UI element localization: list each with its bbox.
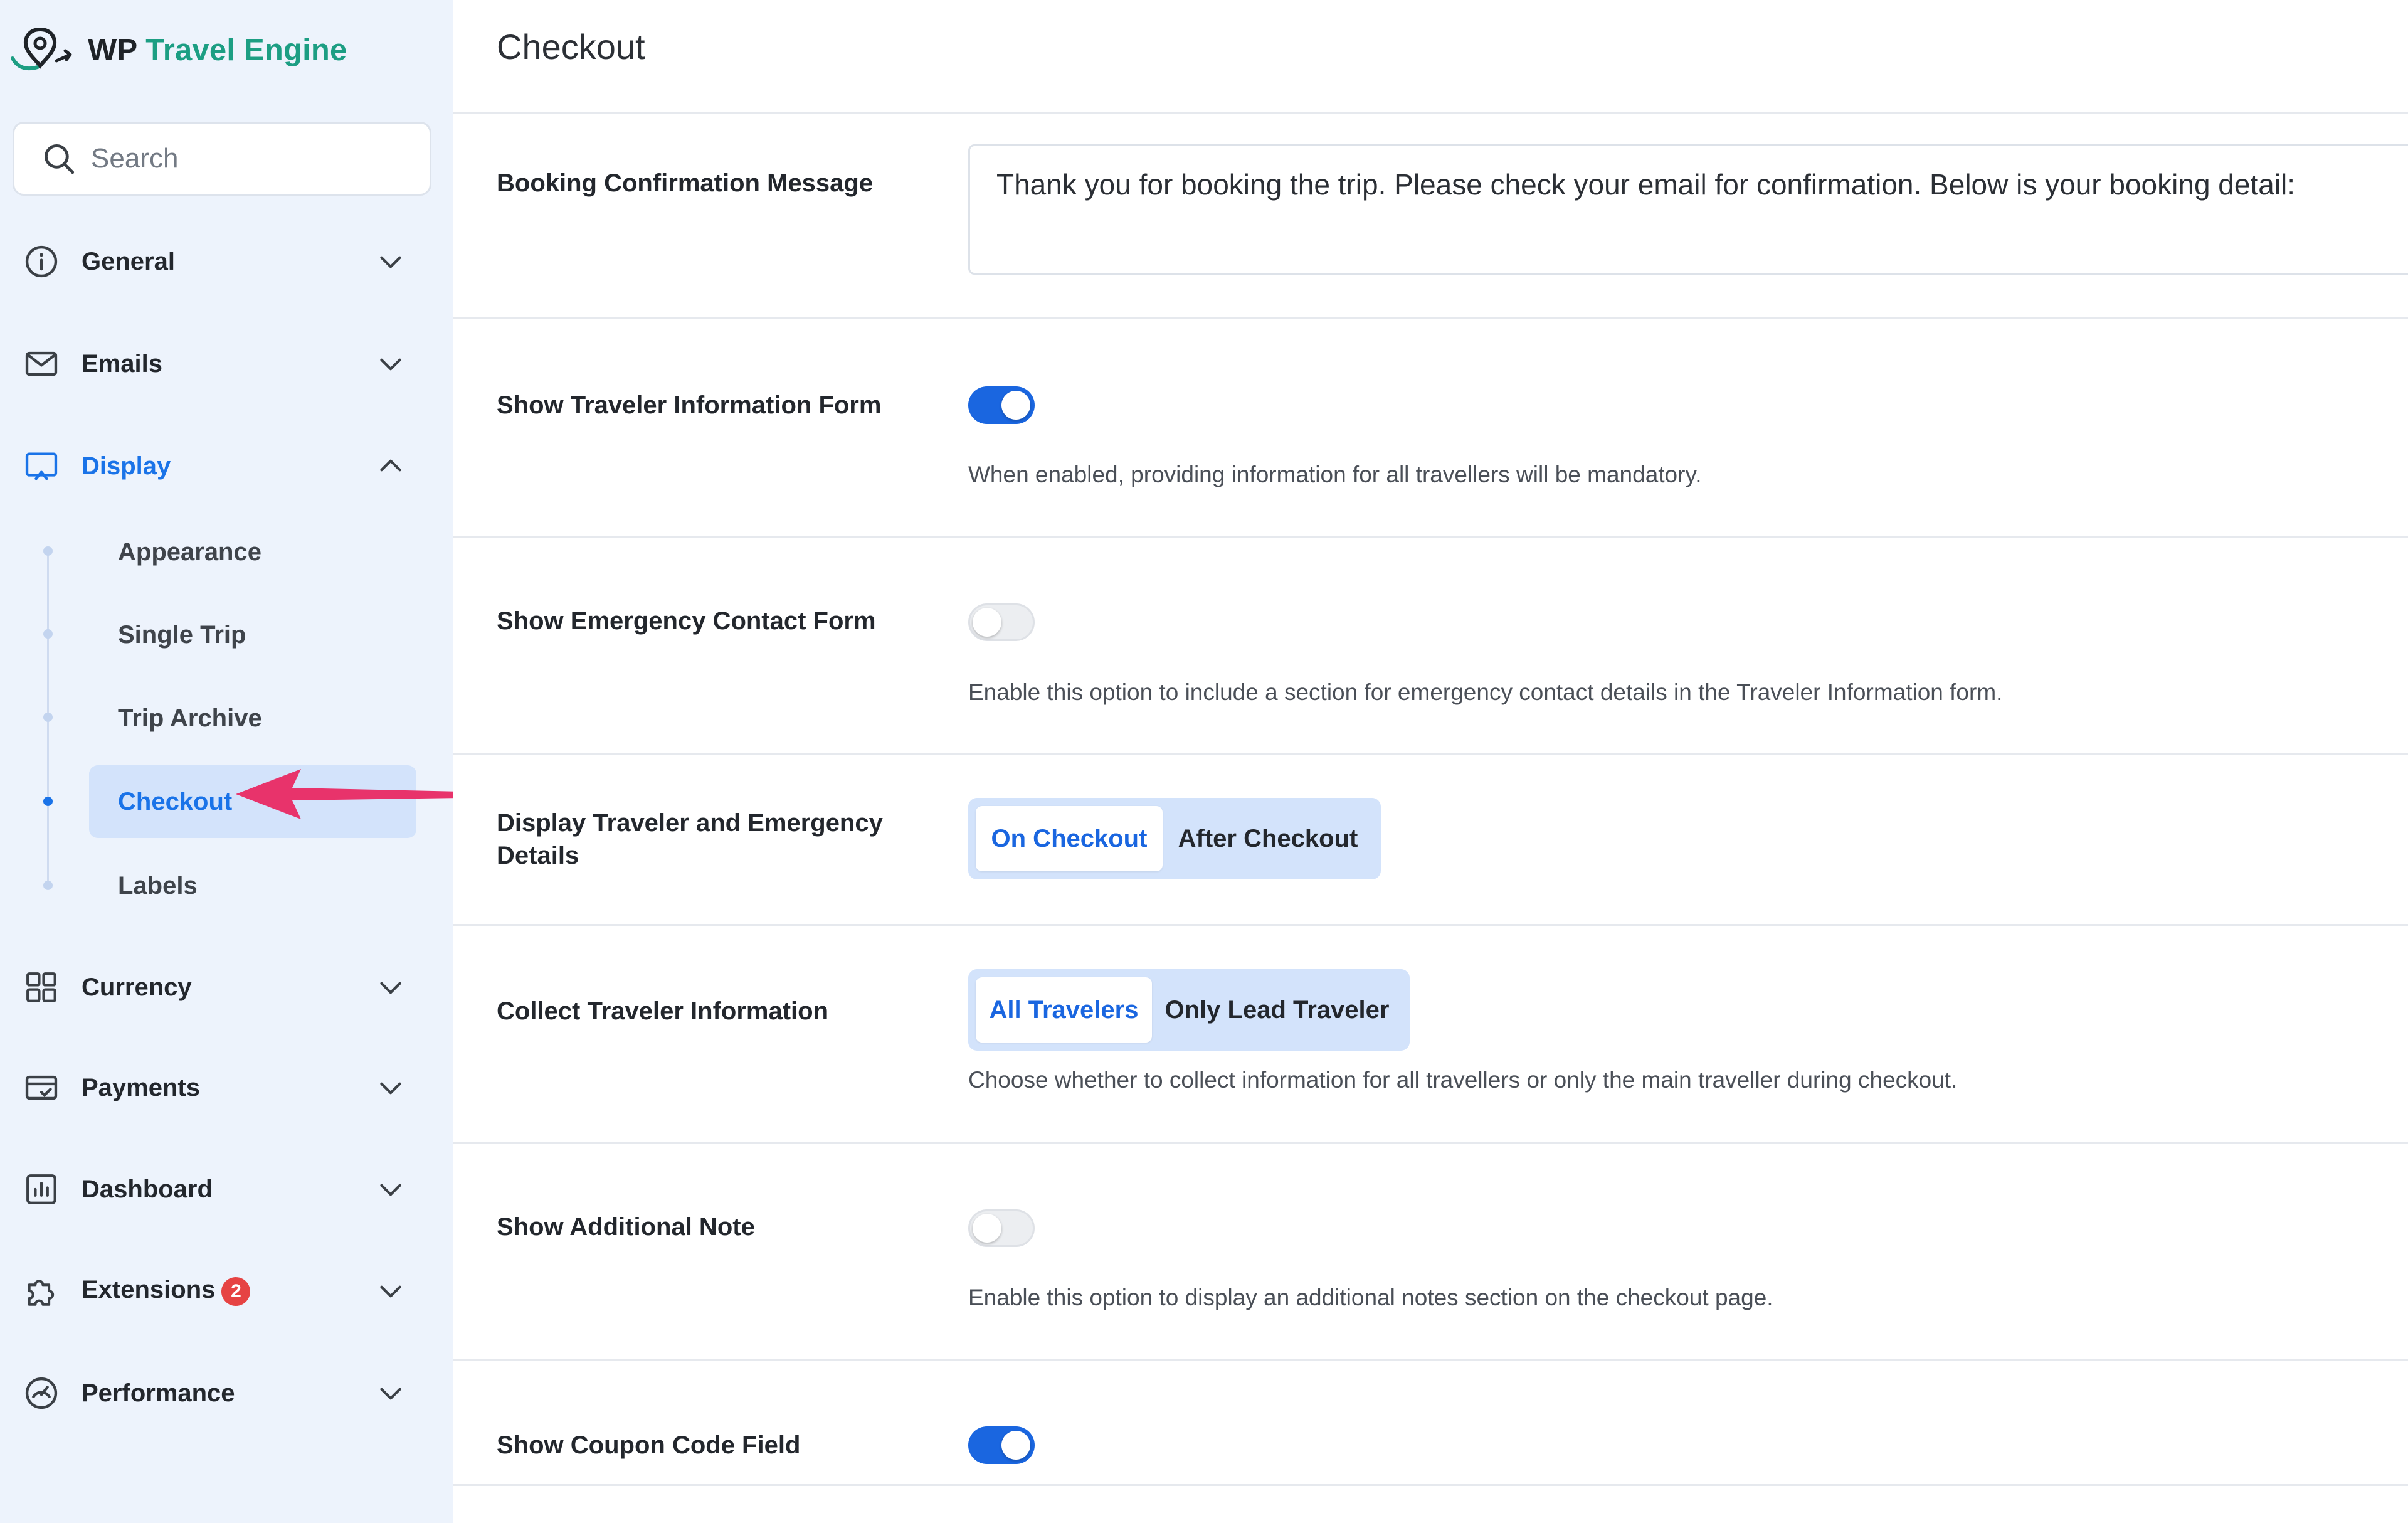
divider: [453, 1359, 2408, 1361]
chevron-down-icon[interactable]: [375, 1174, 406, 1205]
display-details-segmented: On Checkout After Checkout: [968, 798, 1381, 879]
option-on-checkout[interactable]: On Checkout: [976, 806, 1163, 871]
subnav-item-trip-archive[interactable]: Trip Archive: [89, 682, 416, 755]
collect-info-label: Collect Traveler Information: [497, 997, 829, 1025]
collect-info-segmented: All Travelers Only Lead Traveler: [968, 969, 1410, 1051]
info-icon: [23, 243, 60, 280]
divider: [453, 753, 2408, 755]
toggle-knob: [1001, 1431, 1030, 1460]
nav-display[interactable]: Display: [0, 432, 453, 501]
divider: [453, 1142, 2408, 1144]
subnav-dot: [43, 546, 53, 556]
brand-name: WP Travel Engine: [88, 33, 347, 68]
nav-extensions-label: Extensions 2: [82, 1276, 251, 1306]
subnav-dot: [43, 713, 53, 722]
nav-display-label: Display: [82, 452, 171, 480]
subnav-dot: [43, 881, 53, 890]
subnav-dot-active: [43, 797, 53, 806]
toggle-knob: [973, 1214, 1001, 1243]
nav-dashboard[interactable]: Dashboard: [0, 1155, 453, 1224]
nav-performance[interactable]: Performance: [0, 1359, 453, 1428]
display-icon: [23, 447, 60, 485]
logo-icon: [11, 27, 72, 71]
additional-note-description: Enable this option to display an additio…: [968, 1285, 1773, 1310]
emergency-form-toggle[interactable]: [968, 603, 1035, 641]
emergency-form-description: Enable this option to include a section …: [968, 679, 2003, 705]
nav-emails-label: Emails: [82, 349, 162, 378]
coupon-field-toggle[interactable]: [968, 1426, 1035, 1464]
toggle-knob: [1001, 391, 1030, 420]
brand-title: Travel Engine: [145, 33, 347, 67]
subnav-item-labels[interactable]: Labels: [89, 849, 416, 922]
search-input[interactable]: [91, 143, 417, 174]
subnav-item-single-trip[interactable]: Single Trip: [89, 598, 416, 671]
notification-badge: 2: [221, 1276, 251, 1306]
subnav-dot: [43, 629, 53, 639]
display-details-label: Display Traveler and Emergency Details: [497, 809, 883, 869]
chevron-down-icon[interactable]: [375, 1072, 406, 1103]
divider: [453, 112, 2408, 114]
nav-general[interactable]: General: [0, 227, 453, 296]
gauge-icon: [23, 1374, 60, 1412]
booking-confirmation-label: Booking Confirmation Message: [497, 169, 874, 197]
search-box[interactable]: [13, 122, 431, 196]
chevron-down-icon[interactable]: [375, 1275, 406, 1307]
emergency-form-label: Show Emergency Contact Form: [497, 607, 876, 635]
chevron-down-icon[interactable]: [375, 972, 406, 1003]
grid-icon: [23, 968, 60, 1006]
chevron-down-icon[interactable]: [375, 348, 406, 379]
chevron-down-icon[interactable]: [375, 1377, 406, 1409]
nav-extensions-text: Extensions: [82, 1276, 216, 1304]
pointer-arrow-icon: [236, 769, 462, 819]
brand-logo[interactable]: WP Travel Engine: [8, 19, 347, 82]
traveler-form-description: When enabled, providing information for …: [968, 462, 1702, 487]
nav-currency[interactable]: Currency: [0, 953, 453, 1022]
coupon-field-label: Show Coupon Code Field: [497, 1431, 801, 1459]
brand-prefix: WP: [88, 33, 137, 67]
nav-performance-label: Performance: [82, 1379, 235, 1407]
subnav-item-appearance[interactable]: Appearance: [89, 516, 416, 588]
booking-confirmation-textarea[interactable]: Thank you for booking the trip. Please c…: [968, 144, 2408, 275]
additional-note-label: Show Additional Note: [497, 1213, 755, 1241]
nav-payments[interactable]: Payments: [0, 1053, 453, 1122]
divider: [453, 536, 2408, 538]
additional-note-toggle[interactable]: [968, 1209, 1035, 1247]
bar-chart-icon: [23, 1170, 60, 1208]
divider: [453, 317, 2408, 319]
chevron-up-icon[interactable]: [375, 450, 406, 482]
mail-icon: [23, 345, 60, 383]
sidebar: WP Travel Engine General Emails Display: [0, 0, 453, 1523]
page-title: Checkout: [497, 27, 645, 66]
nav-emails[interactable]: Emails: [0, 329, 453, 398]
nav-payments-label: Payments: [82, 1073, 200, 1101]
puzzle-icon: [23, 1272, 60, 1310]
nav-extensions[interactable]: Extensions 2: [0, 1256, 453, 1325]
option-after-checkout[interactable]: After Checkout: [1163, 806, 1373, 871]
toggle-knob: [973, 608, 1001, 637]
collect-info-description: Choose whether to collect information fo…: [968, 1067, 1958, 1093]
nav-currency-label: Currency: [82, 973, 192, 1001]
nav-dashboard-label: Dashboard: [82, 1175, 213, 1203]
card-icon: [23, 1069, 60, 1106]
settings-main: Checkout Booking Confirmation Message Th…: [453, 0, 2408, 1523]
divider: [453, 924, 2408, 926]
search-icon: [45, 144, 75, 174]
traveler-form-label: Show Traveler Information Form: [497, 391, 882, 419]
option-all-travelers[interactable]: All Travelers: [976, 977, 1152, 1043]
option-only-lead-traveler[interactable]: Only Lead Traveler: [1152, 977, 1402, 1043]
nav-general-label: General: [82, 247, 175, 275]
chevron-down-icon[interactable]: [375, 246, 406, 277]
divider: [453, 1484, 2408, 1486]
traveler-form-toggle[interactable]: [968, 386, 1035, 424]
